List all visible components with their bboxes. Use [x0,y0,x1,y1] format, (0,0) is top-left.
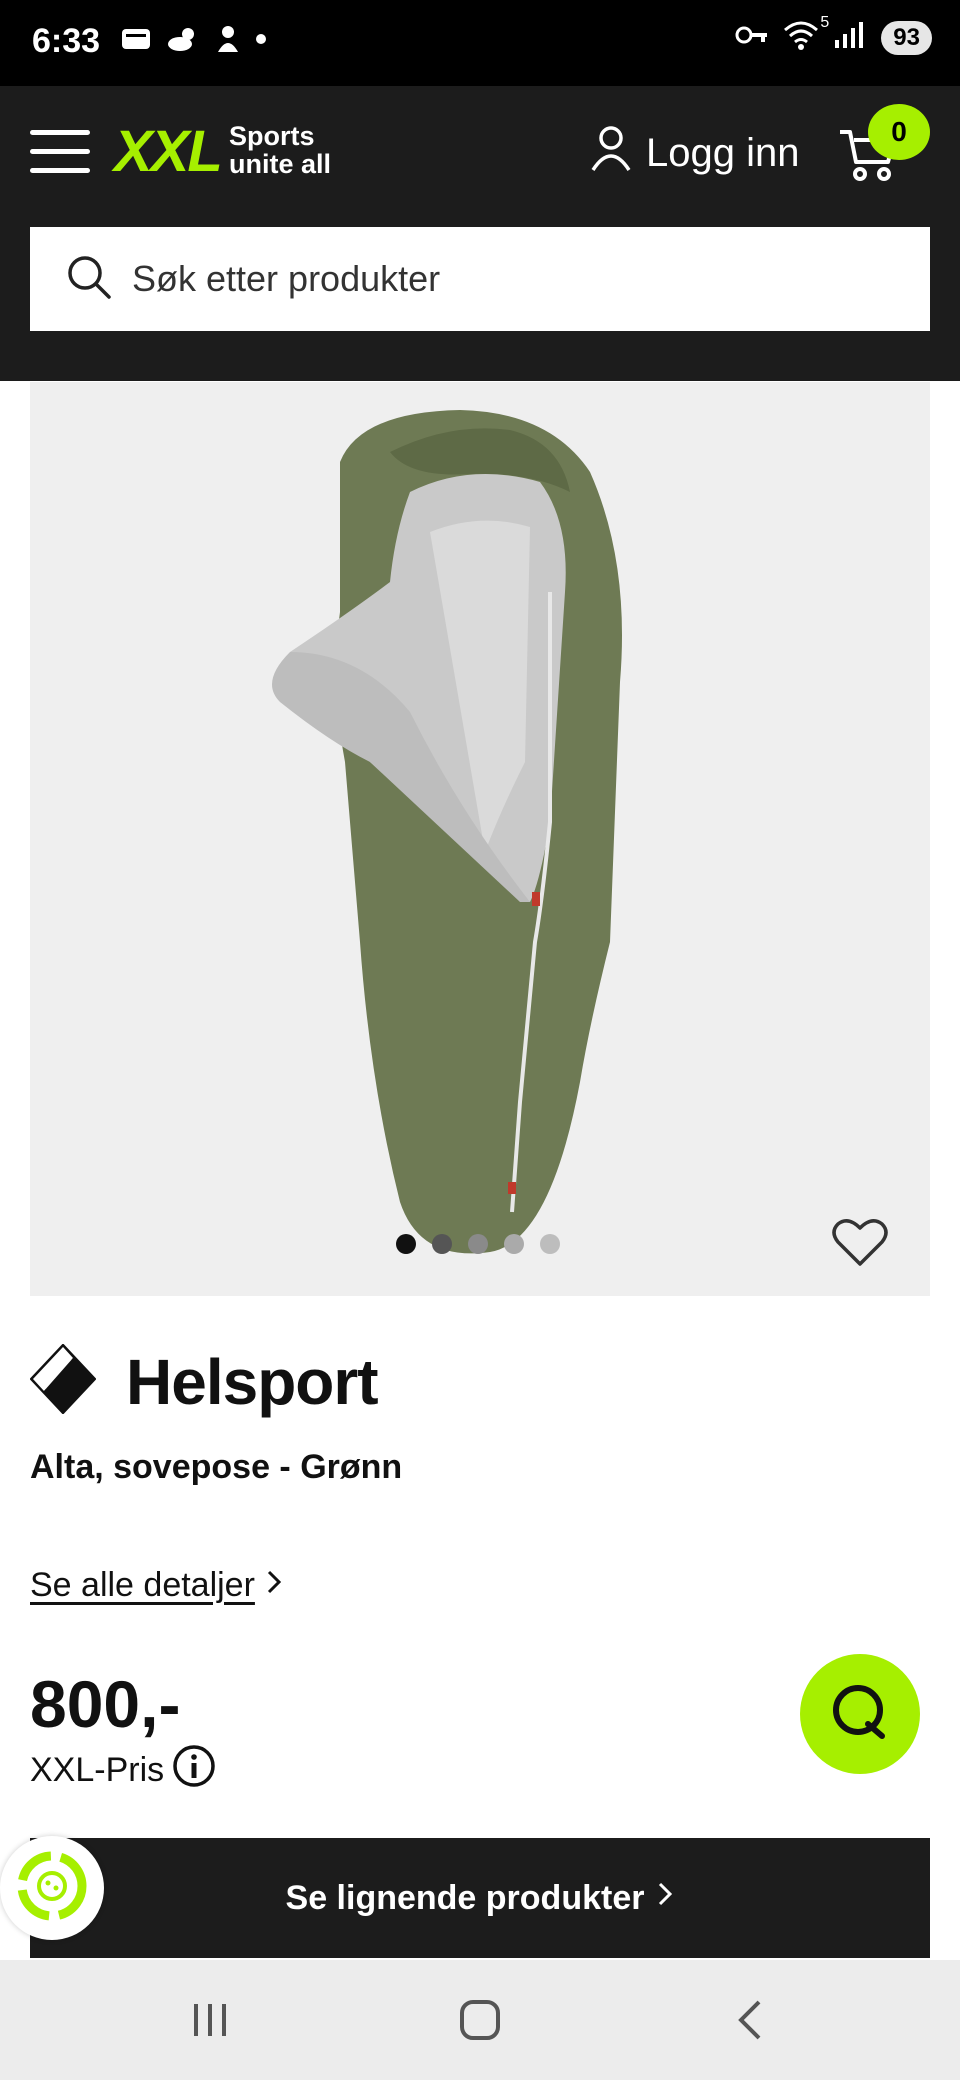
image-carousel-dots[interactable] [396,1234,560,1254]
site-logo[interactable]: XXL [114,118,223,185]
status-time: 6:33 [32,22,101,60]
hamburger-icon[interactable] [30,130,90,174]
status-bar: 6:33 5 93 [0,0,960,86]
key-icon [735,24,769,51]
product-title: Alta, sovepose - Grønn [30,1448,403,1486]
recent-apps-icon[interactable] [170,1960,250,2080]
recycle-badge[interactable] [0,1836,104,1940]
similar-products-label: Se lignende produkter [285,1878,645,1917]
wifi-icon: 5 [783,14,829,55]
chevron-right-icon [265,1566,283,1605]
back-icon[interactable] [710,1960,790,2080]
product-image-gallery[interactable] [30,382,930,1296]
price-label-text: XXL-Pris [30,1751,165,1789]
login-button[interactable]: Logg inn [590,124,799,182]
system-navigation-bar [0,1960,960,2080]
details-link-label: Se alle detaljer [30,1566,255,1604]
brand-block[interactable]: Helsport [29,1343,379,1419]
carousel-dot[interactable] [540,1234,560,1254]
info-icon[interactable] [172,1744,216,1797]
wallet-icon [120,25,152,53]
status-system-icons: 5 93 [735,14,932,55]
network-type: 5 [820,14,830,31]
search-icon [66,254,112,305]
carousel-dot[interactable] [432,1234,452,1254]
tagline-line-2: unite all [229,149,332,179]
similar-products-button[interactable]: Se lignende produkter [30,1838,930,1958]
heart-icon[interactable] [830,1212,890,1272]
status-notification-icons [120,24,266,54]
carousel-dot[interactable] [468,1234,488,1254]
battery-indicator: 93 [881,20,932,55]
brand-logo-icon [29,1343,97,1419]
cart-count-badge[interactable]: 0 [868,104,930,160]
logo-tagline: Sports unite all [229,122,331,178]
carousel-dot[interactable] [396,1234,416,1254]
search-bar[interactable] [30,227,930,331]
price-label: XXL-Pris [30,1744,216,1797]
see-all-details-link[interactable]: Se alle detaljer [30,1566,283,1605]
chat-button[interactable] [800,1654,920,1774]
app-notification-icon [214,24,242,54]
product-image [272,410,622,1254]
product-price: 800,- [30,1667,181,1741]
tagline-line-1: Sports [229,121,315,151]
carousel-dot[interactable] [504,1234,524,1254]
chevron-right-icon [656,1879,674,1918]
chat-icon [828,1680,892,1749]
search-input[interactable] [130,257,894,301]
dot-icon [256,34,266,44]
weather-icon [166,25,200,53]
recycle-icon [14,1848,90,1929]
brand-name: Helsport [126,1345,379,1418]
user-icon [590,124,632,182]
login-label: Logg inn [646,130,800,175]
signal-icon [833,20,867,55]
home-icon[interactable] [440,1960,520,2080]
